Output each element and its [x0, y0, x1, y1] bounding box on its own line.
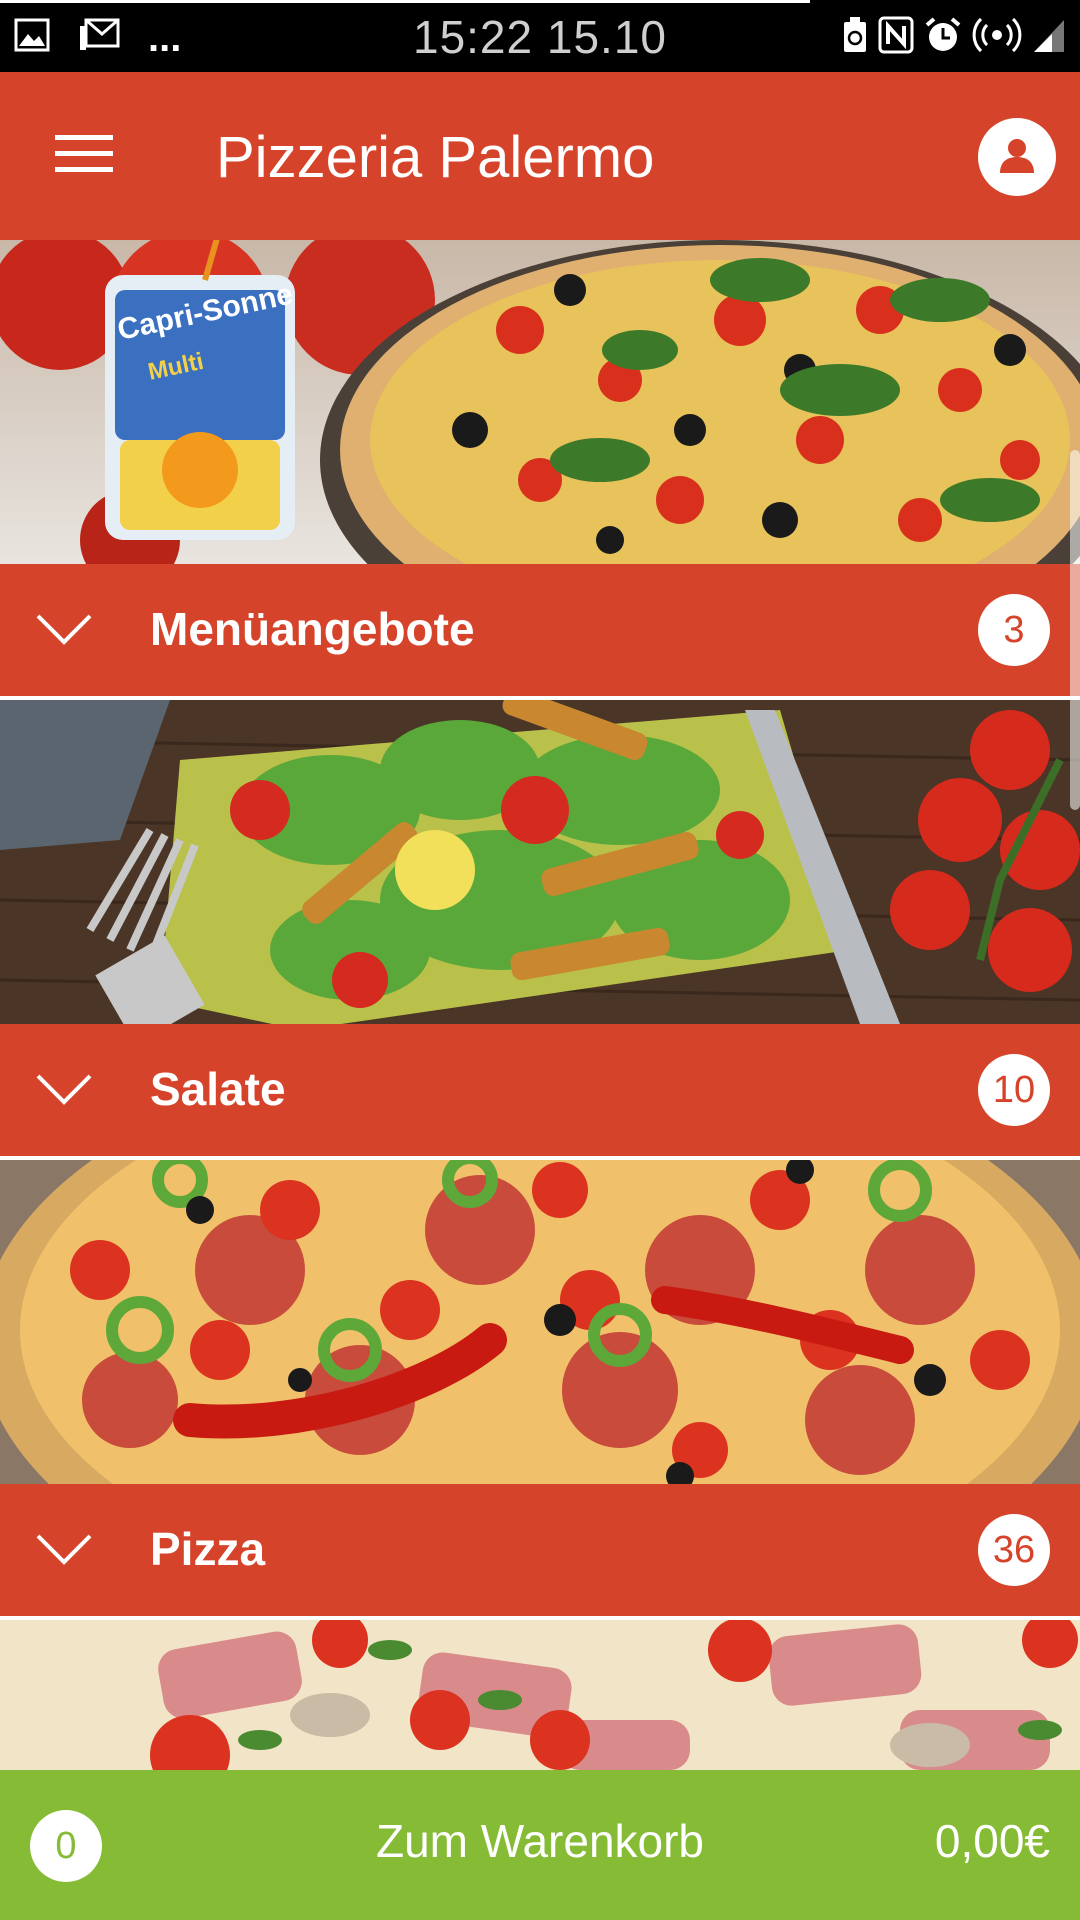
menu-button[interactable]: [40, 116, 128, 196]
nfc-icon: [878, 16, 914, 59]
user-icon: [997, 135, 1037, 180]
category-bar-pizza[interactable]: Pizza 36: [0, 1484, 1080, 1616]
category-count-badge: 36: [978, 1514, 1050, 1586]
status-progress-line: [0, 0, 810, 3]
page-title: Pizzeria Palermo: [216, 125, 655, 190]
category-label: Menüangebote: [150, 603, 475, 655]
category-bar-salate[interactable]: Salate 10: [0, 1024, 1080, 1156]
app-bar: Pizzeria Palermo: [0, 72, 1080, 240]
chevron-down-icon: [34, 1064, 94, 1116]
category-image-next[interactable]: [0, 1620, 1080, 1770]
drink-and-pizza-photo: Capri-Sonne Multi: [0, 240, 1080, 564]
recycle-battery-icon: [842, 16, 868, 59]
status-bar: ... 15:22 15.10: [0, 0, 1080, 72]
salami-pizza-photo: [0, 1160, 1080, 1484]
signal-icon: [1032, 16, 1066, 59]
ham-pizza-photo: [0, 1620, 1080, 1770]
category-bar-menuangebote[interactable]: Menüangebote 3: [0, 564, 1080, 696]
cart-button[interactable]: 0 Zum Warenkorb 0,00€: [0, 1770, 1080, 1920]
category-count-badge: 3: [978, 594, 1050, 666]
salad-photo: [0, 700, 1080, 1024]
category-image-menuangebote[interactable]: Capri-Sonne Multi: [0, 240, 1080, 564]
chevron-down-icon: [34, 1524, 94, 1576]
category-count-badge: 10: [978, 1054, 1050, 1126]
profile-button[interactable]: [978, 118, 1056, 196]
category-label: Salate: [150, 1063, 286, 1115]
category-image-salate[interactable]: [0, 700, 1080, 1024]
chevron-down-icon: [34, 604, 94, 656]
alarm-icon: [924, 16, 962, 59]
cart-label: Zum Warenkorb: [375, 1815, 705, 1867]
cart-total: 0,00€: [934, 1815, 1050, 1867]
hotspot-icon: [972, 16, 1022, 59]
category-image-pizza[interactable]: [0, 1160, 1080, 1484]
scrollbar[interactable]: [1070, 450, 1080, 810]
status-right-icons: [842, 16, 1066, 59]
hamburger-menu-icon: [55, 133, 113, 180]
category-label: Pizza: [150, 1523, 266, 1575]
